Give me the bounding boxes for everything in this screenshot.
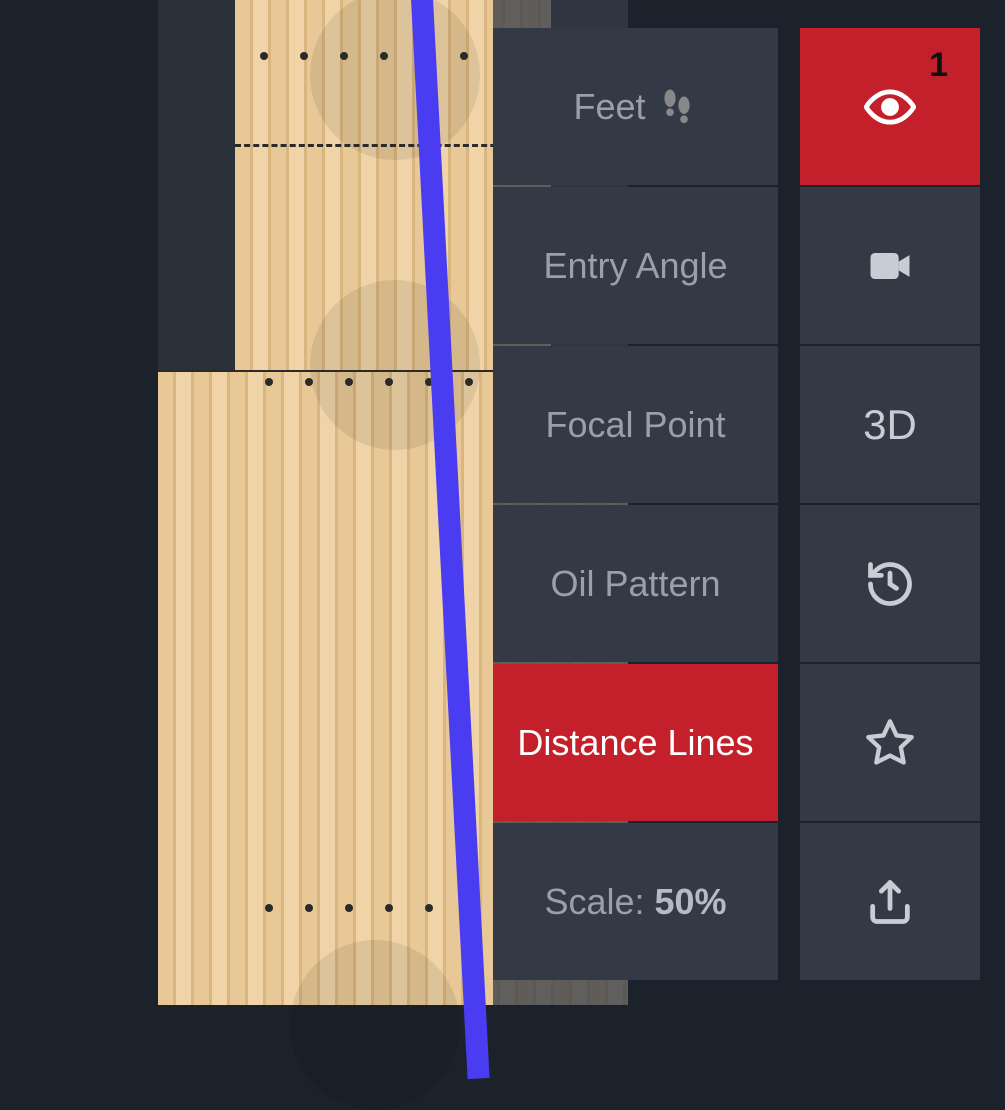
three-d-button[interactable]: 3D xyxy=(800,346,980,503)
camera-button[interactable] xyxy=(800,187,980,344)
lane-dots-row xyxy=(265,904,473,912)
approach-dots-row xyxy=(260,52,508,60)
camera-icon xyxy=(864,240,916,292)
menu-item-label: Feet xyxy=(573,86,645,128)
history-icon xyxy=(864,558,916,610)
share-icon xyxy=(864,876,916,928)
menu-item-label: Focal Point xyxy=(545,404,725,446)
view-button[interactable]: 1 xyxy=(800,28,980,185)
menu-item-distance-lines[interactable]: Distance Lines xyxy=(493,664,778,821)
target-circle xyxy=(290,940,460,1110)
share-button[interactable] xyxy=(800,823,980,980)
tool-rail: 1 3D xyxy=(800,28,980,980)
history-button[interactable] xyxy=(800,505,980,662)
three-d-label: 3D xyxy=(863,401,917,449)
options-menu: Feet Entry Angle Focal Point Oil Pattern… xyxy=(493,28,778,980)
favorite-button[interactable] xyxy=(800,664,980,821)
menu-item-label: Scale: xyxy=(544,881,644,923)
menu-item-label: Oil Pattern xyxy=(550,563,720,605)
footprints-icon xyxy=(656,86,698,128)
star-icon xyxy=(864,717,916,769)
eye-icon xyxy=(864,81,916,133)
menu-item-feet[interactable]: Feet xyxy=(493,28,778,185)
scale-value: 50% xyxy=(655,881,727,923)
menu-item-entry-angle[interactable]: Entry Angle xyxy=(493,187,778,344)
menu-item-scale[interactable]: Scale: 50% xyxy=(493,823,778,980)
menu-item-label: Distance Lines xyxy=(517,722,753,764)
menu-item-oil-pattern[interactable]: Oil Pattern xyxy=(493,505,778,662)
menu-item-label: Entry Angle xyxy=(543,245,727,287)
menu-item-focal-point[interactable]: Focal Point xyxy=(493,346,778,503)
view-badge: 1 xyxy=(929,46,948,85)
